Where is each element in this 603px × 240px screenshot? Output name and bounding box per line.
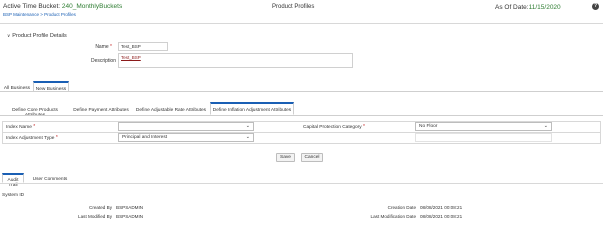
last-modified-by-label: Last Modified By <box>78 214 112 219</box>
bottom-tabbar-divider <box>0 183 603 184</box>
section-title: Product Profile Details <box>12 33 67 39</box>
product-profile-details-header[interactable]: ∨ Product Profile Details <box>7 33 67 39</box>
bucket-label: Active Time Bucket: <box>3 3 61 10</box>
index-name-label: Index Name * <box>6 124 36 130</box>
save-button[interactable]: Save <box>276 153 295 162</box>
subtab-core-products[interactable]: Define Core Products Attributes <box>2 104 68 118</box>
creation-date-label: Creation Date <box>387 205 416 210</box>
subtab-inflation-adjustment[interactable]: Define Inflation Adjustment Attributes <box>210 102 294 115</box>
help-icon[interactable]: ? <box>592 3 599 10</box>
chevron-down-icon: ⌄ <box>245 123 250 129</box>
index-adjustment-type-select[interactable]: Principal and Interest ⌄ <box>118 133 254 142</box>
grid-line <box>2 121 3 143</box>
system-id-label: System ID <box>2 193 25 198</box>
name-field[interactable]: Test_BSP <box>118 42 168 51</box>
last-modification-date-label: Last Modification Date <box>370 214 416 219</box>
subtab-divider <box>0 115 603 116</box>
created-by-label: Created By <box>89 205 112 210</box>
subtab-payment[interactable]: Define Payment Attributes <box>70 104 132 115</box>
capital-protection-select[interactable]: No Floor ⌄ <box>415 122 552 131</box>
last-modified-by-value: BSPSADMIN <box>116 214 144 219</box>
creation-date-value: 08/08/2021 00:08:21 <box>420 205 463 210</box>
tabbar-divider <box>0 91 603 92</box>
chevron-down-icon: ⌄ <box>245 134 250 140</box>
description-label: Description <box>90 58 116 64</box>
last-modification-date-value: 08/08/2021 00:08:21 <box>420 214 463 219</box>
as-of-label: As Of Date: <box>495 4 529 11</box>
tab-user-comments[interactable]: User Comments <box>28 174 72 183</box>
header-divider <box>0 23 603 24</box>
index-name-select[interactable]: ⌄ <box>118 122 254 131</box>
collapse-caret-icon[interactable]: ∨ <box>7 33 10 39</box>
name-label: Name * <box>95 44 112 50</box>
capital-protection-label: Capital Protection Category * <box>303 124 366 130</box>
bucket-value: 240_MonthlyBuckets <box>61 3 123 10</box>
as-of-date: As Of Date:11/15/2020 <box>495 4 561 11</box>
as-of-value: 11/15/2020 <box>528 4 561 11</box>
chevron-down-icon: ⌄ <box>543 123 548 129</box>
description-field[interactable]: Test_BSP <box>118 53 353 68</box>
cancel-button[interactable]: Cancel <box>301 153 323 162</box>
breadcrumb[interactable]: BSP Maintenance > Product Profiles <box>3 12 76 17</box>
grid-line <box>2 143 601 144</box>
tab-audit-trail[interactable]: Audit Trail <box>2 173 24 188</box>
page-title: Product Profiles <box>272 4 315 10</box>
active-time-bucket: Active Time Bucket: 240_MonthlyBuckets <box>3 3 122 10</box>
empty-cell <box>415 133 552 142</box>
subtab-adjustable-rate[interactable]: Define Adjustable Rate Attributes <box>134 104 208 115</box>
grid-line <box>600 121 601 143</box>
index-adjustment-type-label: Index Adjustment Type * <box>6 135 58 141</box>
created-by-value: BSPSADMIN <box>116 205 144 210</box>
